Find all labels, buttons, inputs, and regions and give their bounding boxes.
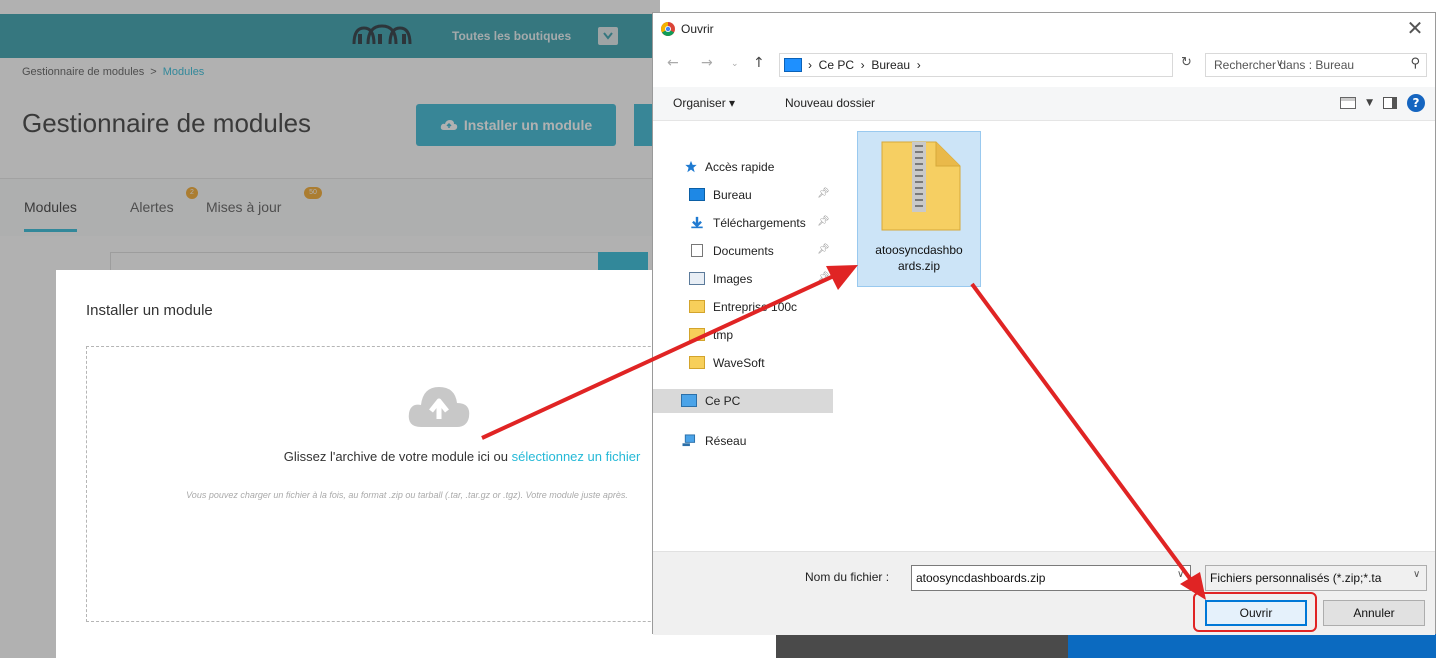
nav-item-label: Images [713,272,753,286]
pc-icon [784,58,802,72]
file-list-area: atoosyncdashbo ards.zip [837,125,1435,551]
search-placeholder: Rechercher dans : Bureau [1214,58,1355,72]
images-icon [689,272,705,285]
desktop-fragment [1068,634,1436,658]
navigation-pane: Accès rapide Bureau 📌︎ Téléchargements 📌… [653,125,833,545]
folder-icon [689,300,705,313]
refresh-icon[interactable]: ↻ [1181,55,1192,70]
nav-item-tmp[interactable]: tmp [653,323,833,347]
view-controls: ▼ ? [1340,94,1425,112]
nav-item-wavesoft[interactable]: WaveSoft [653,351,833,375]
nav-item-this-pc[interactable]: Ce PC [653,389,833,413]
address-bar[interactable]: › Ce PC › Bureau › ∨ [779,53,1283,77]
nav-item-label: Documents [713,244,774,258]
nav-item-documents[interactable]: Documents 📌︎ [653,239,833,263]
select-file-link[interactable]: sélectionnez un fichier [512,449,641,464]
nav-item-label: Téléchargements [713,216,806,230]
module-dropzone[interactable]: Glissez l'archive de votre module ici ou… [86,346,726,622]
folder-icon [689,328,705,341]
dialog-title: Ouvrir [681,22,714,36]
filename-input[interactable]: atoosyncdashboards.zip [911,565,1191,591]
nav-item-entreprise[interactable]: Entreprise 100c [653,295,833,319]
nav-item-desktop[interactable]: Bureau 📌︎ [653,183,833,207]
star-icon [685,160,697,173]
nav-item-downloads[interactable]: Téléchargements 📌︎ [653,211,833,235]
folder-search-input[interactable]: Rechercher dans : Bureau ⚲ [1205,53,1427,77]
nav-item-label: Ce PC [705,394,741,408]
address-path: › Ce PC › Bureau › [808,58,921,72]
nav-item-label: Bureau [713,188,752,202]
organize-button[interactable]: Organiser ▾ [673,96,735,110]
chevron-down-icon[interactable]: ∨ [1413,569,1420,580]
file-name-line: ards.zip [897,259,941,273]
folder-icon [689,356,705,369]
preview-pane-icon[interactable] [1383,97,1397,109]
navigation-row: ← → ⌄ ↑ › Ce PC › Bureau › ∨ ↻ Recherche… [653,51,1435,77]
nav-item-images[interactable]: Images 📌︎ [653,267,833,291]
chrome-icon [661,22,675,36]
dropzone-text: Glissez l'archive de votre module ici ou… [87,449,727,464]
dialog-titlebar: Ouvrir ✕ [653,13,1435,45]
nav-item-label: Réseau [705,434,747,448]
dialog-footer: Nom du fichier : atoosyncdashboards.zip … [653,551,1435,635]
pin-icon: 📌︎ [817,216,830,227]
open-button[interactable]: Ouvrir [1205,600,1307,626]
close-icon[interactable]: ✕ [1401,17,1429,41]
cancel-button[interactable]: Annuler [1323,600,1425,626]
zip-archive-icon [881,141,961,231]
file-name-line: atoosyncdashbo [875,243,963,257]
file-open-dialog: Ouvrir ✕ ← → ⌄ ↑ › Ce PC › Bureau › ∨ ↻ … [652,12,1436,635]
pin-icon: 📌︎ [817,188,830,199]
chevron-down-icon[interactable]: ∨ [1177,569,1184,580]
file-name: atoosyncdashbo ards.zip [858,242,980,274]
cloud-upload-icon [408,387,470,427]
up-arrow-icon[interactable]: ↑ [753,55,765,71]
command-bar: Organiser ▾ Nouveau dossier ▼ ? [653,87,1435,121]
nav-item-label: tmp [713,328,734,342]
computer-icon [681,394,697,407]
help-icon[interactable]: ? [1407,94,1425,112]
pin-icon: 📌︎ [817,244,830,255]
download-icon [691,216,703,229]
chevron-down-icon[interactable]: ▼ [1366,98,1373,108]
nav-item-label: WaveSoft [713,356,765,370]
file-type-select[interactable]: Fichiers personnalisés (*.zip;*.ta [1205,565,1427,591]
nav-item-quick-access[interactable]: Accès rapide [653,155,833,179]
background-fragment [776,634,1068,658]
dropzone-hint: Vous pouvez charger un fichier à la fois… [186,490,628,500]
file-item-selected[interactable]: atoosyncdashbo ards.zip [857,131,981,287]
filename-label: Nom du fichier : [805,570,890,584]
nav-item-label: Entreprise 100c [713,300,798,314]
modal-title: Installer un module [86,302,213,319]
pin-icon: 📌︎ [817,272,830,283]
documents-icon [691,244,703,257]
dropzone-instruction: Glissez l'archive de votre module ici ou [283,449,512,464]
network-icon [682,434,696,447]
back-arrow-icon[interactable]: ← [667,55,679,71]
nav-item-network[interactable]: Réseau [653,429,833,453]
search-icon: ⚲ [1410,56,1420,71]
recent-locations-icon[interactable]: ⌄ [731,59,739,69]
view-mode-icon[interactable] [1340,97,1357,109]
nav-item-label: Accès rapide [705,160,775,174]
desktop-icon [689,188,705,201]
forward-arrow-icon[interactable]: → [701,55,713,71]
new-folder-button[interactable]: Nouveau dossier [785,96,875,110]
